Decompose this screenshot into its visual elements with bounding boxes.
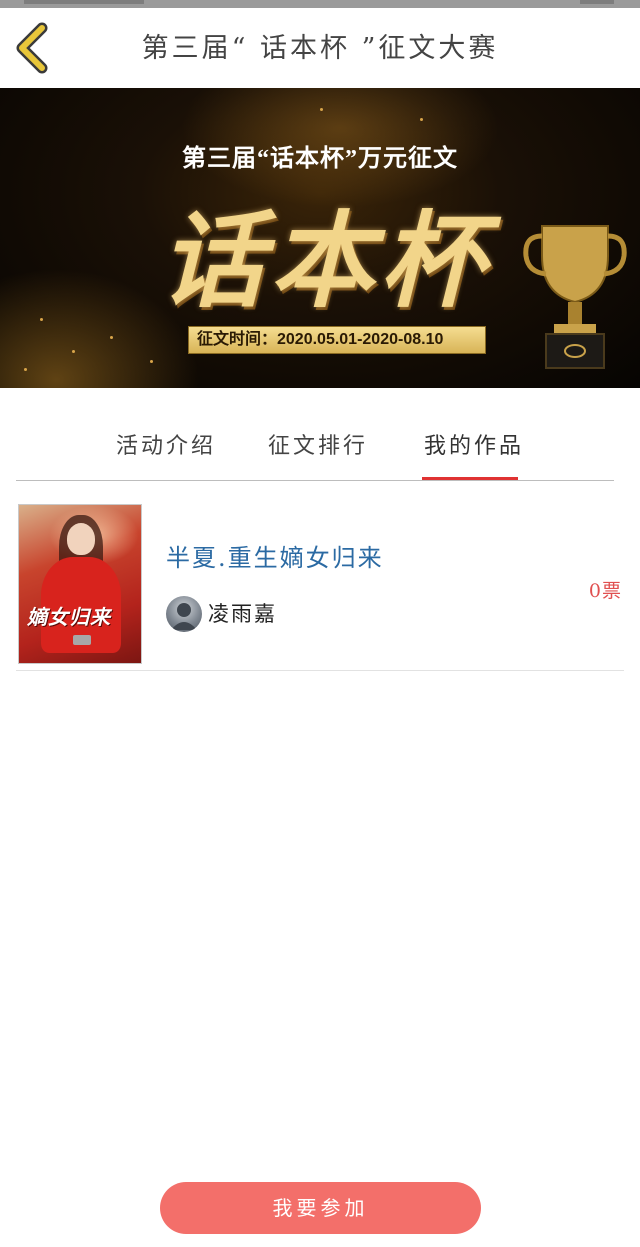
tab-activity-intro[interactable]: 活动介绍 — [116, 428, 216, 460]
tab-my-works[interactable]: 我的作品 — [424, 428, 524, 460]
vote-count: 0票 — [588, 580, 622, 602]
avatar — [166, 596, 202, 632]
banner-headline: 话本杯 — [159, 199, 490, 322]
cover-figure-head — [67, 523, 95, 555]
status-bar — [0, 0, 640, 8]
book-cover[interactable]: 嫡女归来 — [18, 504, 142, 664]
banner-spark — [24, 368, 27, 371]
trophy-icon — [523, 225, 627, 369]
tab-divider — [16, 480, 614, 481]
tab-bar: 活动介绍 征文排行 我的作品 — [0, 388, 640, 484]
work-title[interactable]: 半夏.重生嫡女归来 — [166, 538, 384, 573]
banner-spark — [110, 336, 113, 339]
list-divider — [16, 670, 624, 671]
cover-seal — [73, 635, 91, 645]
banner-spark — [420, 118, 423, 121]
cover-title-text: 嫡女归来 — [27, 605, 111, 629]
banner-spark — [320, 108, 323, 111]
banner-spark — [72, 350, 75, 353]
author-name: 凌雨嘉 — [208, 602, 277, 626]
join-button[interactable]: 我要参加 — [160, 1182, 481, 1234]
page-title: 第三届“ 话本杯 ”征文大赛 — [141, 33, 499, 64]
app-header: 第三届“ 话本杯 ”征文大赛 — [0, 8, 640, 86]
banner-spark — [150, 360, 153, 363]
user-avatar-icon — [171, 603, 197, 630]
banner-dates: 征文时间：2020.05.01-2020-08.10 — [188, 326, 486, 354]
work-list-item[interactable]: 嫡女归来 半夏.重生嫡女归来 凌雨嘉 0票 — [16, 500, 624, 672]
banner-spark — [40, 318, 43, 321]
banner-subtitle: 第三届“话本杯”万元征文 — [182, 146, 458, 172]
status-bar-battery — [580, 0, 614, 4]
contest-banner: 第三届“话本杯”万元征文 话本杯 征文时间：2020.05.01-2020-08… — [0, 88, 640, 388]
tab-ranking[interactable]: 征文排行 — [268, 428, 368, 460]
status-bar-left — [24, 0, 144, 4]
